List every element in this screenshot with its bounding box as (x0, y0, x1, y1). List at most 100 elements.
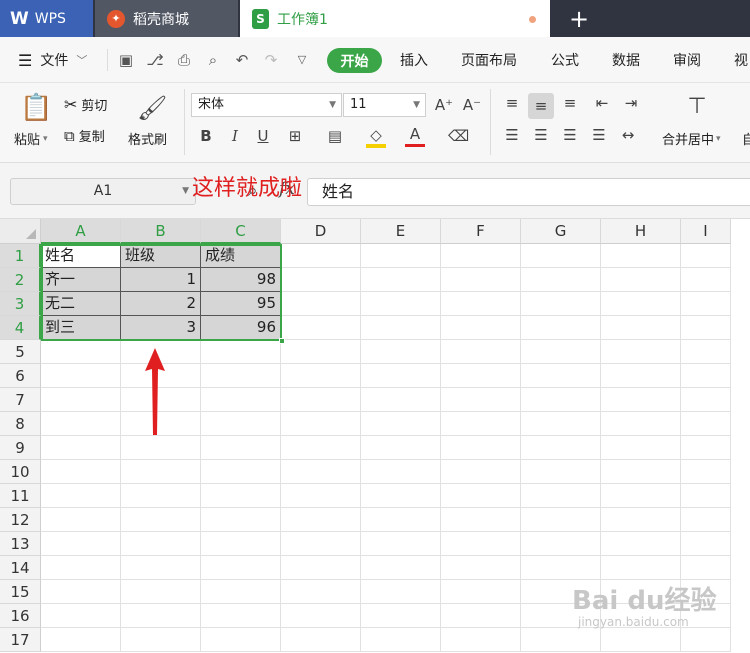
cell-c5[interactable] (201, 340, 281, 364)
cell-h1[interactable] (601, 244, 681, 268)
cell-f5[interactable] (441, 340, 521, 364)
cell-a12[interactable] (41, 508, 121, 532)
cell-e12[interactable] (361, 508, 441, 532)
cell-d8[interactable] (281, 412, 361, 436)
cell-e11[interactable] (361, 484, 441, 508)
cell-d16[interactable] (281, 604, 361, 628)
tab-wps-home[interactable]: W WPS (0, 0, 93, 37)
cell-h3[interactable] (601, 292, 681, 316)
cell-c6[interactable] (201, 364, 281, 388)
underline-button[interactable]: U (253, 126, 273, 146)
row-header-6[interactable]: 6 (0, 364, 41, 388)
cell-e16[interactable] (361, 604, 441, 628)
row-header-11[interactable]: 11 (0, 484, 41, 508)
cell-c7[interactable] (201, 388, 281, 412)
row-header-4[interactable]: 4 (0, 316, 41, 340)
indent-increase-icon[interactable]: ⇥ (621, 93, 641, 113)
row-header-7[interactable]: 7 (0, 388, 41, 412)
cell-i3[interactable] (681, 292, 731, 316)
row-header-3[interactable]: 3 (0, 292, 41, 316)
format-painter-button[interactable]: 格式刷 (128, 129, 167, 148)
cell-d5[interactable] (281, 340, 361, 364)
cell-e6[interactable] (361, 364, 441, 388)
cell-c1[interactable]: 成绩 (201, 244, 281, 268)
cell-f2[interactable] (441, 268, 521, 292)
cell-d4[interactable] (281, 316, 361, 340)
cell-e14[interactable] (361, 556, 441, 580)
fill-handle[interactable] (279, 338, 285, 344)
cell-c11[interactable] (201, 484, 281, 508)
align-middle-icon[interactable]: ≡ (528, 93, 554, 119)
cell-i9[interactable] (681, 436, 731, 460)
justify-icon[interactable]: ☰ (589, 125, 609, 145)
cell-a8[interactable] (41, 412, 121, 436)
cell-a11[interactable] (41, 484, 121, 508)
cell-e5[interactable] (361, 340, 441, 364)
paste-button[interactable]: 粘贴 ▾ (14, 129, 48, 148)
cell-g5[interactable] (521, 340, 601, 364)
cell-i10[interactable] (681, 460, 731, 484)
cell-a1[interactable]: 姓名 (41, 244, 121, 268)
cell-a9[interactable] (41, 436, 121, 460)
row-header-13[interactable]: 13 (0, 532, 41, 556)
row-header-17[interactable]: 17 (0, 628, 41, 652)
cell-d13[interactable] (281, 532, 361, 556)
tab-view[interactable]: 视 (734, 37, 748, 83)
fill-color-icon[interactable]: ◇ (366, 125, 386, 145)
cell-c10[interactable] (201, 460, 281, 484)
cell-f3[interactable] (441, 292, 521, 316)
row-header-8[interactable]: 8 (0, 412, 41, 436)
cell-d1[interactable] (281, 244, 361, 268)
new-tab-button[interactable]: + (565, 0, 593, 37)
cell-g12[interactable] (521, 508, 601, 532)
cell-h8[interactable] (601, 412, 681, 436)
cell-b17[interactable] (121, 628, 201, 652)
cell-a10[interactable] (41, 460, 121, 484)
file-menu-button[interactable]: ☰ 文件 ﹀ (18, 37, 87, 83)
bold-button[interactable]: B (196, 126, 216, 146)
cell-a4[interactable]: 到三 (41, 316, 121, 340)
cell-e10[interactable] (361, 460, 441, 484)
row-header-5[interactable]: 5 (0, 340, 41, 364)
eraser-icon[interactable]: ⌫ (448, 126, 469, 146)
tab-workbook[interactable]: S 工作簿1 (240, 0, 550, 37)
align-left-icon[interactable]: ☰ (502, 125, 522, 145)
cell-e7[interactable] (361, 388, 441, 412)
formula-input[interactable]: 姓名 (307, 178, 750, 206)
align-top-icon[interactable]: ≡ (502, 93, 522, 113)
cell-b1[interactable]: 班级 (121, 244, 201, 268)
select-all-corner[interactable] (0, 219, 41, 244)
cell-d6[interactable] (281, 364, 361, 388)
cell-c15[interactable] (201, 580, 281, 604)
cell-h12[interactable] (601, 508, 681, 532)
column-header-c[interactable]: C (201, 219, 281, 244)
cell-f16[interactable] (441, 604, 521, 628)
cell-b11[interactable] (121, 484, 201, 508)
cell-a6[interactable] (41, 364, 121, 388)
cell-i13[interactable] (681, 532, 731, 556)
cell-d3[interactable] (281, 292, 361, 316)
cell-e17[interactable] (361, 628, 441, 652)
row-header-15[interactable]: 15 (0, 580, 41, 604)
tab-daoke-store[interactable]: ✦ 稻壳商城 (95, 0, 238, 37)
auto-wrap-button[interactable]: 自 (742, 129, 750, 148)
cell-d7[interactable] (281, 388, 361, 412)
print-icon[interactable]: ⎙ (175, 51, 193, 69)
cell-c2[interactable]: 98 (201, 268, 281, 292)
cell-i1[interactable] (681, 244, 731, 268)
cell-i8[interactable] (681, 412, 731, 436)
cell-f9[interactable] (441, 436, 521, 460)
column-header-f[interactable]: F (441, 219, 521, 244)
cell-e15[interactable] (361, 580, 441, 604)
font-color-button[interactable]: A (405, 124, 425, 144)
cell-e2[interactable] (361, 268, 441, 292)
cell-c16[interactable] (201, 604, 281, 628)
cell-i14[interactable] (681, 556, 731, 580)
column-header-d[interactable]: D (281, 219, 361, 244)
cell-i7[interactable] (681, 388, 731, 412)
cell-f8[interactable] (441, 412, 521, 436)
indent-decrease-icon[interactable]: ⇤ (592, 93, 612, 113)
cell-d14[interactable] (281, 556, 361, 580)
cell-c14[interactable] (201, 556, 281, 580)
cell-b12[interactable] (121, 508, 201, 532)
